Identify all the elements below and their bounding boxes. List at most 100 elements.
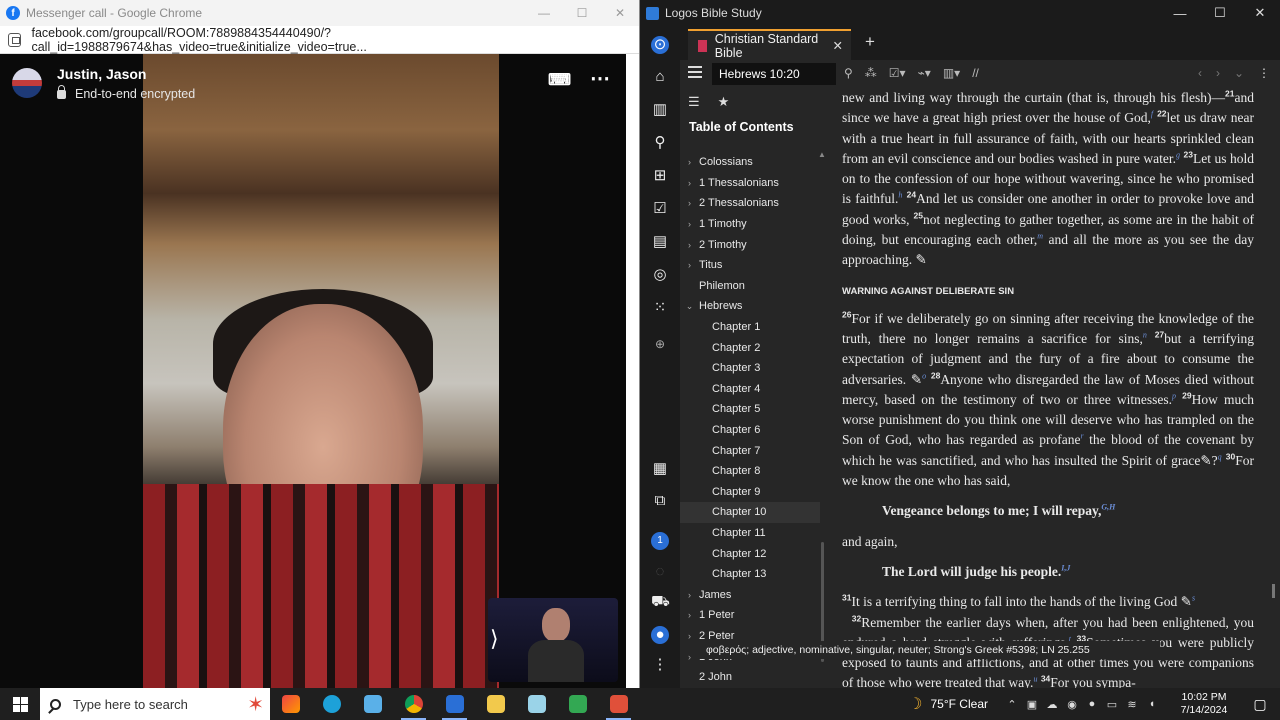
toc-book-item[interactable]: › 2 Thessalonians	[680, 193, 820, 214]
more-options-icon[interactable]: ⋯	[590, 66, 610, 91]
url-text[interactable]: facebook.com/groupcall/ROOM:788988435444…	[31, 26, 639, 54]
bible-scroll-thumb[interactable]	[1272, 584, 1275, 598]
recorder-button[interactable]	[598, 688, 639, 720]
toc-book-item[interactable]: › 2 Timothy	[680, 234, 820, 255]
chevron-right-icon[interactable]: ›	[680, 157, 699, 167]
toc-book-item[interactable]: › James	[680, 584, 820, 605]
site-info-icon[interactable]	[8, 32, 22, 47]
home-icon[interactable]: ⌂	[651, 68, 669, 86]
maximize-button[interactable]: ☐	[563, 6, 601, 20]
windows-icon[interactable]: ⧉	[651, 492, 669, 510]
camtasia-green-button[interactable]	[557, 688, 598, 720]
notes-icon[interactable]: ▤	[651, 233, 669, 251]
toc-scrollbar[interactable]: ▲	[818, 150, 826, 688]
chevron-down-icon[interactable]: ⌄	[680, 301, 699, 312]
toc-list-icon[interactable]: ☰	[688, 94, 700, 110]
panel-more-icon[interactable]: ⋮	[1258, 66, 1270, 80]
tab-close-icon[interactable]: ✕	[833, 38, 843, 53]
checklist-icon[interactable]: ☑	[651, 200, 669, 218]
camera-icon[interactable]: ▣	[1022, 698, 1042, 711]
interlinear-icon[interactable]: ⌁▾	[918, 66, 931, 80]
parallel-icon[interactable]: ▥▾	[943, 66, 960, 80]
toc-chapter-item[interactable]: Chapter 10	[680, 502, 820, 523]
toc-book-item[interactable]: › Titus	[680, 255, 820, 276]
highlight-icon[interactable]: ☑▾	[889, 66, 906, 80]
gamepad-icon[interactable]: ⌨	[548, 70, 571, 90]
favorites-star-icon[interactable]: ★	[718, 94, 730, 110]
document-add-icon[interactable]: ⊞	[651, 167, 669, 185]
visual-filter-icon[interactable]: ⁂	[865, 66, 877, 80]
chevron-right-icon[interactable]: ⟩	[490, 626, 499, 652]
wifi-icon[interactable]: ≋	[1122, 698, 1142, 711]
toc-book-item[interactable]: › 1 Timothy	[680, 214, 820, 235]
factbook-icon[interactable]: ◎	[651, 266, 669, 284]
chevron-right-icon[interactable]: ›	[680, 178, 699, 188]
chevron-right-icon[interactable]: ›	[680, 240, 699, 250]
logos-maximize-button[interactable]: ☐	[1200, 5, 1240, 21]
chrome-taskbar-button[interactable]	[393, 688, 434, 720]
toc-chapter-item[interactable]: Chapter 13	[680, 564, 820, 585]
note-pencil-icon[interactable]: ✎	[915, 252, 926, 267]
toc-book-item[interactable]: 2 John	[680, 667, 820, 688]
chevron-right-icon[interactable]: ›	[680, 260, 699, 270]
taskbar-search[interactable]: Type here to search ✶	[40, 688, 270, 720]
menu-more-icon[interactable]: ⋮	[651, 656, 669, 674]
account-icon[interactable]: ●	[651, 626, 669, 644]
chevron-right-icon[interactable]: ›	[680, 198, 699, 208]
toc-chapter-item[interactable]: Chapter 9	[680, 482, 820, 503]
new-tab-icon[interactable]: +	[865, 32, 875, 52]
toc-book-item[interactable]: › 1 Thessalonians	[680, 173, 820, 194]
toc-chapter-item[interactable]: Chapter 6	[680, 420, 820, 441]
chevron-right-icon[interactable]: ›	[680, 590, 699, 600]
toc-book-item[interactable]: › Colossians	[680, 152, 820, 173]
toc-book-item[interactable]: › 1 Peter	[680, 605, 820, 626]
toc-book-item[interactable]: Philemon	[680, 276, 820, 297]
note-pencil-icon[interactable]: ✎	[1200, 453, 1211, 468]
chevron-right-icon[interactable]: ›	[680, 610, 699, 620]
tray-overflow-icon[interactable]: ⌃	[1002, 698, 1022, 711]
start-button[interactable]	[0, 688, 40, 720]
self-view-video[interactable]: ⟩	[488, 598, 618, 682]
notes-app-button[interactable]	[516, 688, 557, 720]
minimize-button[interactable]: —	[525, 6, 563, 20]
bible-text[interactable]: new and living way through the curtain (…	[842, 88, 1254, 688]
panel-menu-icon[interactable]	[688, 66, 702, 78]
edge-button[interactable]	[311, 688, 352, 720]
cloud-icon[interactable]: ☁	[1042, 698, 1062, 711]
tools-grid-icon[interactable]: ⁙	[651, 299, 669, 317]
add-icon[interactable]: ⊕	[651, 335, 669, 353]
toc-chapter-item[interactable]: Chapter 11	[680, 523, 820, 544]
toc-chapter-item[interactable]: Chapter 12	[680, 543, 820, 564]
weather-widget[interactable]: ☽ 75°F Clear	[908, 694, 988, 714]
battery-icon[interactable]: ▭	[1102, 698, 1122, 711]
chevron-right-icon[interactable]: ›	[680, 219, 699, 229]
clock[interactable]: 10:02 PM 7/14/2024	[1168, 691, 1240, 717]
tab-christian-standard-bible[interactable]: Christian Standard Bible ✕	[688, 29, 851, 60]
scroll-up-icon[interactable]: ▲	[818, 150, 826, 159]
sync-icon[interactable]: ◌	[651, 563, 669, 581]
volume-icon[interactable]: ◖	[1142, 698, 1162, 710]
logos-taskbar-button[interactable]	[434, 688, 475, 720]
toc-chapter-item[interactable]: Chapter 5	[680, 399, 820, 420]
note-pencil-icon[interactable]: ✎	[911, 372, 922, 387]
toc-book-item[interactable]: ⌄ Hebrews	[680, 296, 820, 317]
toc-chapter-item[interactable]: Chapter 4	[680, 379, 820, 400]
history-icon[interactable]: ⌄	[1234, 66, 1244, 80]
address-bar[interactable]: facebook.com/groupcall/ROOM:788988435444…	[0, 26, 639, 54]
toc-chapter-item[interactable]: Chapter 3	[680, 358, 820, 379]
toc-chapter-item[interactable]: Chapter 7	[680, 440, 820, 461]
chevron-right-icon[interactable]: ›	[680, 631, 699, 641]
search-launcher-icon[interactable]: ⊙	[651, 36, 669, 54]
notification-badge[interactable]: 1	[651, 532, 669, 550]
toc-chapter-item[interactable]: Chapter 8	[680, 461, 820, 482]
microphone-icon[interactable]: ●	[1082, 698, 1102, 710]
search-icon[interactable]: ⚲	[651, 134, 669, 152]
link-set-icon[interactable]: //	[972, 66, 979, 80]
toc-chapter-item[interactable]: Chapter 2	[680, 337, 820, 358]
explorer-button[interactable]	[475, 688, 516, 720]
files-button[interactable]	[352, 688, 393, 720]
note-pencil-icon[interactable]: ✎	[1181, 594, 1192, 609]
logos-close-button[interactable]: ✕	[1240, 5, 1280, 21]
eye-icon[interactable]: ◉	[1062, 698, 1082, 711]
task-view-button[interactable]	[270, 688, 311, 720]
